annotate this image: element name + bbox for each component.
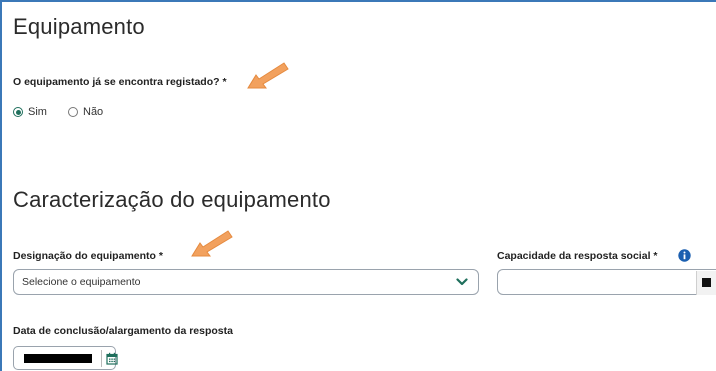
stepper-handle-icon[interactable]	[702, 278, 711, 287]
registered-question-label: O equipamento já se encontra registado? …	[13, 76, 227, 88]
radio-nao[interactable]	[68, 107, 78, 117]
designacao-select[interactable]: Selecione o equipamento	[13, 269, 479, 295]
annotation-arrow-icon	[247, 62, 289, 89]
radio-option-nao[interactable]: Não	[68, 106, 103, 118]
info-icon[interactable]	[678, 249, 691, 262]
chevron-down-icon[interactable]	[456, 277, 468, 287]
date-value-redacted	[24, 354, 92, 363]
date-divider	[101, 350, 102, 367]
radio-sim[interactable]	[13, 107, 23, 117]
capacidade-input[interactable]	[497, 269, 716, 295]
data-conclusao-label: Data de conclusão/alargamento da respost…	[13, 325, 233, 337]
section-title-caracterizacao: Caracterização do equipamento	[13, 187, 331, 212]
radio-sim-label: Sim	[28, 106, 47, 118]
capacidade-label: Capacidade da resposta social *	[497, 250, 658, 262]
form-frame	[0, 0, 716, 371]
radio-nao-label: Não	[83, 106, 104, 118]
designacao-select-value: Selecione o equipamento	[22, 276, 141, 288]
section-title-equipamento: Equipamento	[13, 14, 145, 39]
capacidade-stepper[interactable]	[696, 271, 716, 295]
calendar-icon[interactable]	[106, 352, 118, 365]
data-conclusao-input[interactable]	[13, 346, 118, 370]
radio-option-sim[interactable]: Sim	[13, 106, 47, 118]
designacao-label: Designação do equipamento *	[13, 250, 163, 262]
annotation-arrow-icon	[191, 230, 233, 257]
